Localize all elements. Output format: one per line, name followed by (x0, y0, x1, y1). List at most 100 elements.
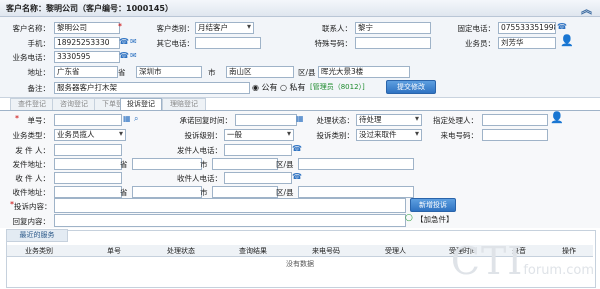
sms-icon[interactable]: ✉ (130, 37, 137, 47)
sender-field[interactable] (54, 144, 122, 156)
admin-tag: [管理员（8012）] (310, 83, 365, 91)
col-caller[interactable]: 来电号码 (312, 246, 340, 256)
province-field[interactable]: 广东省 (54, 66, 118, 78)
biz-phone-field[interactable]: 3330595 (54, 51, 120, 63)
waybill-field[interactable] (54, 114, 122, 126)
city-unit: 市 (208, 68, 216, 77)
caller-label: 来电号码： (440, 131, 479, 140)
biztype-select[interactable]: 业务员揽人 (54, 129, 126, 141)
contact-field[interactable]: 黎宁 (355, 22, 431, 34)
receiver-field[interactable] (54, 172, 122, 184)
required-mark: * (15, 114, 19, 123)
person-icon[interactable]: 👤 (560, 34, 574, 47)
recv-district-unit: 区/县 (276, 188, 294, 197)
send-district-field[interactable] (212, 158, 278, 170)
recv-province-unit: 省 (120, 188, 128, 197)
other-phone-field[interactable] (195, 37, 261, 49)
customer-name-field[interactable]: 黎明公司 (54, 22, 120, 34)
watermark-logo: CTIforum.com (450, 239, 594, 283)
receiver-phone-label: 收件人电话： (177, 174, 222, 183)
col-waybill[interactable]: 单号 (107, 246, 121, 256)
recv-province-field[interactable] (54, 186, 122, 198)
tab-claim[interactable]: 理赔登记 (162, 98, 206, 110)
receiver-phone-field[interactable] (224, 172, 292, 184)
recent-services-tab[interactable]: 最近的服务 (6, 229, 68, 242)
send-province-field[interactable] (54, 158, 122, 170)
tab-query[interactable]: 查件登记 (10, 98, 54, 110)
biz-call-icon[interactable]: ☎ (119, 51, 129, 61)
ctype-select[interactable]: 没过来取件 (356, 129, 422, 141)
name-label: 客户名称： (12, 24, 51, 33)
ctype-label: 投诉类别： (316, 131, 355, 140)
urgent-checkbox-icon[interactable]: ○ (405, 213, 413, 223)
biz-phone-label: 业务电话： (12, 53, 51, 62)
special-label: 特殊号码： (314, 39, 353, 48)
mobile-field[interactable]: 18925253330 (54, 37, 120, 49)
note-field[interactable]: 服务器客户打木架 (54, 82, 250, 94)
required-mark: * (118, 22, 122, 31)
sender-phone-label: 发件人电话： (177, 146, 222, 155)
special-number-field[interactable] (355, 37, 431, 49)
reply-label: 回复内容： (12, 217, 51, 226)
promise-label: 承诺回复时间： (179, 116, 233, 125)
submit-changes-button[interactable]: 提交修改 (386, 80, 436, 94)
calendar-icon[interactable]: ▦ (123, 114, 131, 124)
sender-label: 发 件 人： (15, 146, 50, 155)
biztype-label: 业务类型： (12, 131, 51, 140)
caller-field[interactable] (482, 129, 548, 141)
salesman-field[interactable]: 刘芳华 (498, 37, 556, 49)
handler-label: 指定处理人： (433, 116, 478, 125)
sender-phone-field[interactable] (224, 144, 292, 156)
level-select[interactable]: 一般 (224, 129, 294, 141)
send-city-unit: 市 (200, 160, 208, 169)
send-district-unit: 区/县 (276, 160, 294, 169)
district-field[interactable]: 南山区 (226, 66, 294, 78)
send-city-field[interactable] (132, 158, 202, 170)
fixed-phone-field[interactable]: 075533351998 (498, 22, 556, 34)
urgent-label: 【加急件】 (416, 215, 454, 224)
search-icon[interactable]: ⌕ (134, 114, 138, 124)
col-status[interactable]: 处理状态 (167, 246, 195, 256)
type-label: 客户类别： (156, 24, 195, 33)
complaint-content-field[interactable] (54, 198, 406, 213)
window-title: 客户名称：黎明公司（客户编号：1000145） (6, 4, 173, 13)
date-picker-icon[interactable]: ▦ (296, 114, 304, 124)
receiver-call-icon[interactable]: ☎ (292, 172, 302, 182)
city-field[interactable]: 深圳市 (136, 66, 202, 78)
recv-city-field[interactable] (132, 186, 202, 198)
private-radio[interactable]: ○ 私有 (280, 82, 306, 93)
biz-sms-icon[interactable]: ✉ (130, 51, 137, 61)
contact-label: 联系人： (322, 24, 352, 33)
status-select[interactable]: 待处理 (356, 114, 422, 126)
col-biztype[interactable]: 业务类别 (25, 246, 53, 256)
district-unit: 区/县 (298, 68, 316, 77)
phone-icon[interactable]: ☎ (557, 22, 567, 32)
handler-field[interactable] (482, 114, 548, 126)
col-result[interactable]: 查询结果 (239, 246, 267, 256)
level-label: 投诉级别： (184, 131, 223, 140)
new-complaint-button[interactable]: 新增投诉 (410, 198, 456, 212)
address-label: 地址： (27, 68, 51, 77)
double-chevron-up-icon[interactable]: ︽ (581, 1, 592, 17)
recv-city-unit: 市 (200, 188, 208, 197)
mobile-label: 手机： (27, 39, 51, 48)
tab-consult[interactable]: 咨询登记 (52, 98, 96, 110)
col-handler[interactable]: 受理人 (385, 246, 406, 256)
recv-addr-label: 收件地址： (12, 188, 51, 197)
sender-call-icon[interactable]: ☎ (292, 144, 302, 154)
send-street-field[interactable] (298, 158, 414, 170)
salesman-label: 业务员： (465, 39, 495, 48)
assignee-person-icon[interactable]: 👤 (550, 111, 564, 124)
customer-type-select[interactable]: 月结客户 (195, 22, 254, 34)
window-titlebar: 客户名称：黎明公司（客户编号：1000145） ︽ (0, 0, 600, 17)
promise-time-field[interactable] (235, 114, 297, 126)
recv-district-field[interactable] (212, 186, 278, 198)
reply-content-field[interactable] (54, 214, 406, 227)
mobile-call-icon[interactable]: ☎ (119, 37, 129, 47)
public-radio[interactable]: ◉ 公有 (252, 82, 278, 93)
province-unit: 省 (118, 68, 126, 77)
street-field[interactable]: 晖光大景3楼 (318, 66, 410, 78)
tab-complaint[interactable]: 投诉登记 (120, 98, 162, 110)
send-addr-label: 发件地址： (12, 160, 51, 169)
recv-street-field[interactable] (298, 186, 414, 198)
